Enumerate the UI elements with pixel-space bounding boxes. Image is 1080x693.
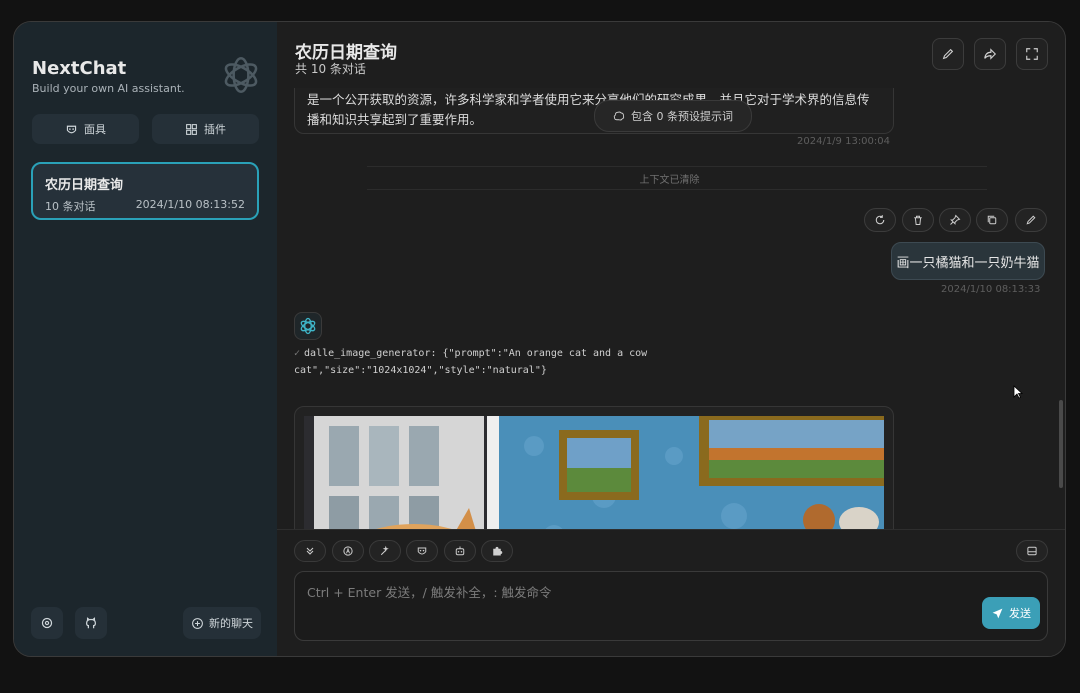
message-count: 共 10 条对话	[295, 62, 366, 76]
mouse-cursor-icon	[1013, 385, 1023, 399]
magic-wand-icon	[380, 545, 389, 556]
refresh-icon	[875, 215, 885, 225]
fullscreen-button[interactable]	[1016, 38, 1048, 70]
mask-chip-button[interactable]	[406, 540, 438, 562]
brand-title: NextChat	[32, 58, 127, 79]
layout-toggle-button[interactable]	[1016, 540, 1048, 562]
github-button[interactable]	[75, 607, 107, 639]
plugin-chip-button[interactable]	[481, 540, 513, 562]
pin-button[interactable]	[939, 208, 971, 232]
double-chevron-down-icon	[306, 547, 314, 555]
input-panel: Ctrl + Enter 发送，/ 触发补全，: 触发命令 发送	[277, 529, 1065, 656]
message-timestamp: 2024/1/9 13:00:04	[797, 136, 891, 147]
copy-button[interactable]	[976, 208, 1008, 232]
app-window: NextChat Build your own AI assistant. 面具…	[13, 21, 1066, 657]
scroll-to-bottom-button[interactable]	[294, 540, 326, 562]
theme-button[interactable]	[332, 540, 364, 562]
sidebar: NextChat Build your own AI assistant. 面具…	[14, 22, 277, 656]
share-icon	[984, 48, 997, 60]
new-chat-button[interactable]: 新的聊天	[183, 607, 261, 639]
rename-button[interactable]	[932, 38, 964, 70]
send-icon	[992, 608, 1003, 618]
chat-list-item[interactable]: 农历日期查询 10 条对话 2024/1/10 08:13:52	[31, 162, 259, 220]
send-button[interactable]: 发送	[982, 597, 1040, 629]
chat-main: 农历日期查询 共 10 条对话 是一个公开获取的资源，许多科学家和学者使用它来分…	[277, 22, 1065, 656]
openai-logo-icon	[300, 317, 316, 335]
context-divider-top	[367, 166, 987, 167]
chat-item-count: 10 条对话	[45, 200, 96, 213]
panel-icon	[1027, 546, 1037, 556]
mask-button[interactable]: 面具	[32, 114, 139, 144]
prompt-button[interactable]	[369, 540, 401, 562]
gear-icon	[41, 617, 53, 629]
context-divider-bottom	[367, 189, 987, 190]
scrollbar-thumb[interactable]	[1059, 400, 1063, 488]
github-icon	[86, 617, 96, 629]
message-list[interactable]: 是一个公开获取的资源，许多科学家和学者使用它来分享他们的研究成果，并且它对于学术…	[277, 88, 1065, 529]
chat-item-title: 农历日期查询	[45, 178, 124, 193]
copy-icon	[987, 215, 997, 225]
plugin-button[interactable]: 插件	[152, 114, 259, 144]
pin-icon	[950, 214, 961, 225]
puzzle-icon	[493, 546, 503, 556]
model-button[interactable]	[444, 540, 476, 562]
openai-logo-icon	[224, 56, 258, 94]
mask-icon	[417, 547, 427, 555]
pencil-icon	[1026, 215, 1036, 225]
settings-button[interactable]	[31, 607, 63, 639]
new-chat-label: 新的聊天	[209, 617, 253, 630]
cat-image-picture	[304, 416, 884, 529]
context-cleared-label: 上下文已清除	[639, 175, 700, 186]
chat-item-time: 2024/1/10 08:13:52	[135, 198, 245, 211]
brain-icon	[613, 111, 625, 121]
tool-call: ✓ dalle_image_generator: {"prompt":"An or…	[294, 345, 674, 379]
tool-call-text: dalle_image_generator: {"prompt":"An ora…	[294, 348, 648, 376]
chat-input[interactable]: Ctrl + Enter 发送，/ 触发补全，: 触发命令	[294, 571, 1048, 641]
robot-icon	[455, 546, 465, 556]
preset-prompt-label: 包含 0 条预设提示词	[631, 110, 733, 123]
send-label: 发送	[1009, 607, 1031, 620]
preset-prompt-pill[interactable]: 包含 0 条预设提示词	[594, 100, 752, 132]
pencil-icon	[942, 48, 954, 60]
trash-icon	[914, 215, 922, 225]
check-icon: ✓	[294, 348, 301, 359]
bot-avatar	[294, 312, 322, 340]
maximize-icon	[1026, 48, 1038, 60]
user-message: 画一只橘猫和一只奶牛猫	[891, 242, 1045, 280]
retry-button[interactable]	[864, 208, 896, 232]
edit-message-button[interactable]	[1015, 208, 1047, 232]
message-timestamp: 2024/1/10 08:13:33	[941, 284, 1041, 295]
mask-icon	[66, 125, 77, 133]
brand-subtitle: Build your own AI assistant.	[32, 82, 185, 95]
share-button[interactable]	[974, 38, 1006, 70]
auto-theme-icon	[343, 546, 353, 556]
plugin-button-label: 插件	[204, 123, 226, 136]
mask-button-label: 面具	[84, 123, 106, 136]
grid-icon	[186, 123, 197, 135]
add-circle-icon	[192, 617, 203, 629]
delete-button[interactable]	[902, 208, 934, 232]
generated-image[interactable]	[294, 406, 894, 529]
